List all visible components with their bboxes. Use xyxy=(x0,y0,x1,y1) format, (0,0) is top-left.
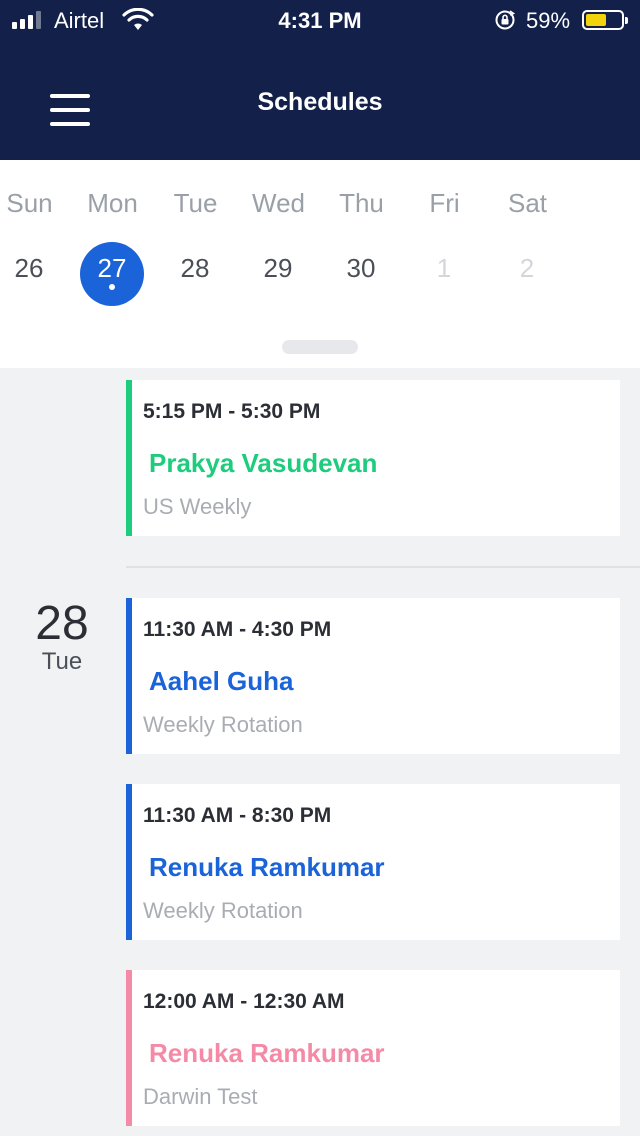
day-name: Mon xyxy=(87,188,138,218)
schedule-list: 5:15 PM - 5:30 PM Prakya Vasudevan US Week… xyxy=(0,368,640,1136)
app-header: Airtel 4:31 PM 59% Schedules xyxy=(0,0,640,160)
battery-level xyxy=(586,14,606,26)
schedule-card[interactable]: 5:15 PM - 5:30 PM Prakya Vasudevan US Week… xyxy=(126,380,620,536)
shift-time: 11:30 AM - 8:30 PM xyxy=(143,804,332,827)
date-cell[interactable]: 29 xyxy=(246,242,310,306)
group-date-day: Tue xyxy=(41,648,83,675)
day-name: Sat xyxy=(507,188,548,218)
selected-date[interactable]: 27 xyxy=(80,242,144,306)
schedule-card[interactable]: 11:30 AM - 8:30 PM Renuka Ramkumar Weekly … xyxy=(126,784,620,940)
shift-time: 5:15 PM - 5:30 PM xyxy=(143,400,321,423)
event-dot xyxy=(109,284,115,290)
day-name: Wed xyxy=(252,188,305,218)
shift-time: 12:00 AM - 12:30 AM xyxy=(143,990,345,1013)
schedule-name: US Weekly xyxy=(143,494,252,519)
schedule-name: Weekly Rotation xyxy=(143,712,303,737)
date-cell[interactable]: 2 xyxy=(495,242,559,306)
schedule-name: Darwin Test xyxy=(143,1084,258,1109)
day-name: Tue xyxy=(173,188,218,218)
person-name: Aahel Guha xyxy=(149,666,294,696)
page-title: Schedules xyxy=(257,88,383,116)
group-date-number: 28 xyxy=(35,597,89,650)
day-separator xyxy=(126,566,640,568)
status-bar: Airtel 4:31 PM 59% xyxy=(0,0,640,40)
drag-handle[interactable] xyxy=(282,340,358,354)
date-number: 28 xyxy=(180,253,210,283)
rotation-lock-icon xyxy=(495,10,516,30)
person-name: Renuka Ramkumar xyxy=(149,1038,385,1068)
date-number: 1 xyxy=(436,253,452,283)
schedule-card[interactable]: 12:00 AM - 12:30 AM Renuka Ramkumar Darwin… xyxy=(126,970,620,1126)
person-name: Prakya Vasudevan xyxy=(149,448,378,478)
battery-percent: 59% xyxy=(526,8,571,33)
battery-icon xyxy=(582,10,628,30)
date-number: 30 xyxy=(346,253,376,283)
date-number: 26 xyxy=(14,253,44,283)
date-cell[interactable]: 28 xyxy=(163,242,227,306)
date-cell[interactable]: 1 xyxy=(412,242,476,306)
day-name: Thu xyxy=(339,188,384,218)
date-number: 2 xyxy=(519,253,535,283)
day-name: Fri xyxy=(429,188,460,218)
schedule-name: Weekly Rotation xyxy=(143,898,303,923)
person-name: Renuka Ramkumar xyxy=(149,852,385,882)
date-cell[interactable]: 26 xyxy=(0,242,61,306)
date-cell[interactable]: 30 xyxy=(329,242,393,306)
date-number: 29 xyxy=(263,253,293,283)
schedule-card[interactable]: 11:30 AM - 4:30 PM Aahel Guha Weekly Rotat… xyxy=(126,598,620,754)
week-strip: Sun 26 Mon 27 Tue 28 Wed 29 Thu 30 Fri 1 Sat 2 xyxy=(0,160,640,368)
shift-time: 11:30 AM - 4:30 PM xyxy=(143,618,332,641)
day-name: Sun xyxy=(6,188,53,218)
